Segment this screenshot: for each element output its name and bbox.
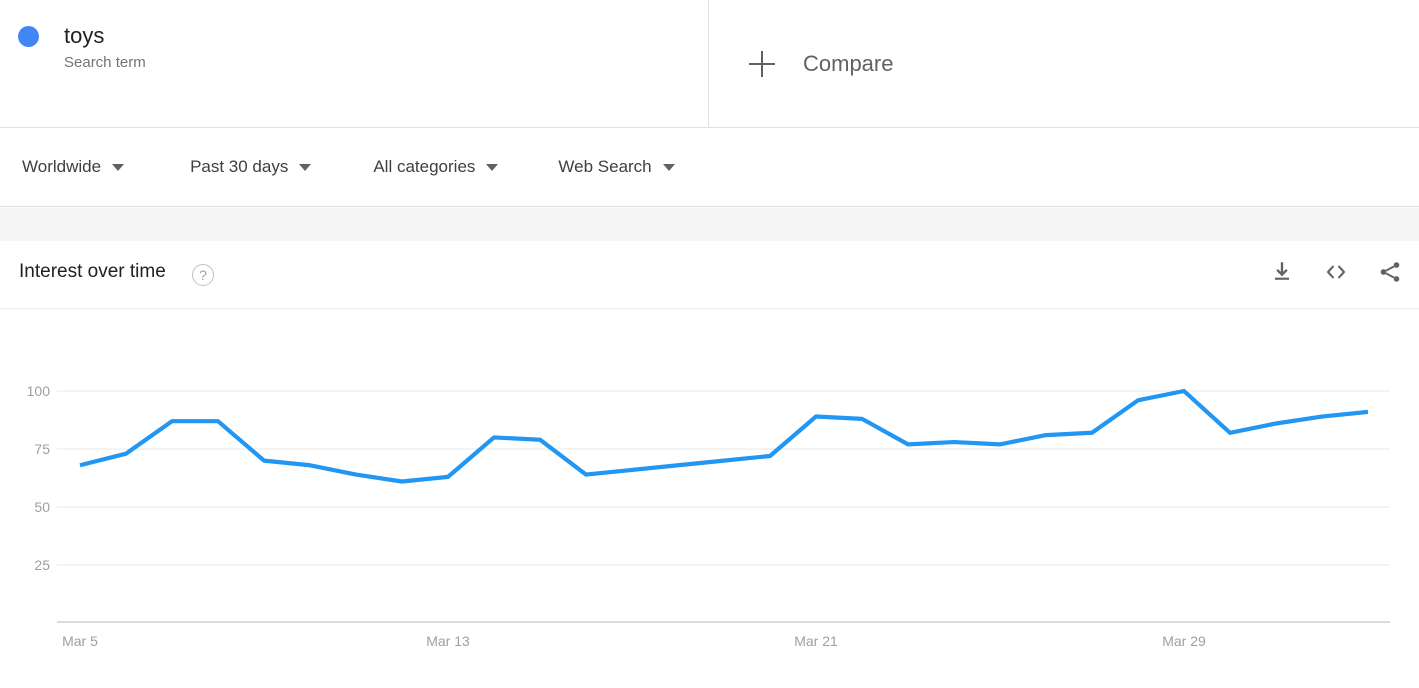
interest-over-time-header: Interest over time ? xyxy=(0,241,1419,309)
interest-over-time-chart: 25 50 75 100 Mar 5 Mar 13 Mar 21 Mar 29 xyxy=(0,309,1419,688)
series-color-dot xyxy=(18,26,39,47)
y-axis-tick-label: 50 xyxy=(34,499,50,515)
plus-icon xyxy=(749,51,775,77)
compare-button[interactable]: Compare xyxy=(709,0,1419,128)
x-axis-tick-label: Mar 13 xyxy=(426,633,470,649)
google-trends-page: toys Search term Compare Worldwide Past … xyxy=(0,0,1419,688)
section-separator xyxy=(0,208,1419,241)
filter-search-type-label: Web Search xyxy=(558,157,652,176)
search-term-text: toys Search term xyxy=(64,22,146,74)
chevron-down-icon xyxy=(486,163,499,171)
x-axis-tick-label: Mar 5 xyxy=(62,633,98,649)
filter-category[interactable]: All categories xyxy=(373,128,499,206)
card-actions xyxy=(1269,259,1403,285)
x-axis-tick-label: Mar 21 xyxy=(794,633,838,649)
help-icon[interactable]: ? xyxy=(192,264,214,286)
line-chart-svg[interactable]: 25 50 75 100 Mar 5 Mar 13 Mar 21 Mar 29 xyxy=(0,309,1419,688)
download-icon[interactable] xyxy=(1269,259,1295,285)
filter-time-range[interactable]: Past 30 days xyxy=(190,128,312,206)
chevron-down-icon xyxy=(112,163,125,171)
card-title: Interest over time xyxy=(19,261,166,282)
search-term-subtitle: Search term xyxy=(64,54,146,71)
chevron-down-icon xyxy=(299,163,312,171)
filter-time-range-label: Past 30 days xyxy=(190,157,289,176)
compare-label: Compare xyxy=(803,51,894,76)
filter-location-label: Worldwide xyxy=(22,157,102,176)
x-axis-tick-label: Mar 29 xyxy=(1162,633,1206,649)
y-axis-tick-label: 25 xyxy=(34,557,50,573)
filter-category-label: All categories xyxy=(373,157,476,176)
chevron-down-icon xyxy=(662,163,675,171)
search-term-title: toys xyxy=(64,23,105,48)
share-icon[interactable] xyxy=(1377,259,1403,285)
y-axis-tick-label: 100 xyxy=(27,383,51,399)
y-axis-tick-label: 75 xyxy=(34,441,50,457)
filter-location[interactable]: Worldwide xyxy=(22,128,125,206)
search-term-card[interactable]: toys Search term xyxy=(0,0,709,128)
embed-icon[interactable] xyxy=(1323,259,1349,285)
search-terms-row: toys Search term Compare xyxy=(0,0,1419,128)
filter-search-type[interactable]: Web Search xyxy=(558,128,675,206)
filter-bar: Worldwide Past 30 days All categories We… xyxy=(0,128,1419,207)
series-line-toys[interactable] xyxy=(79,388,1369,484)
